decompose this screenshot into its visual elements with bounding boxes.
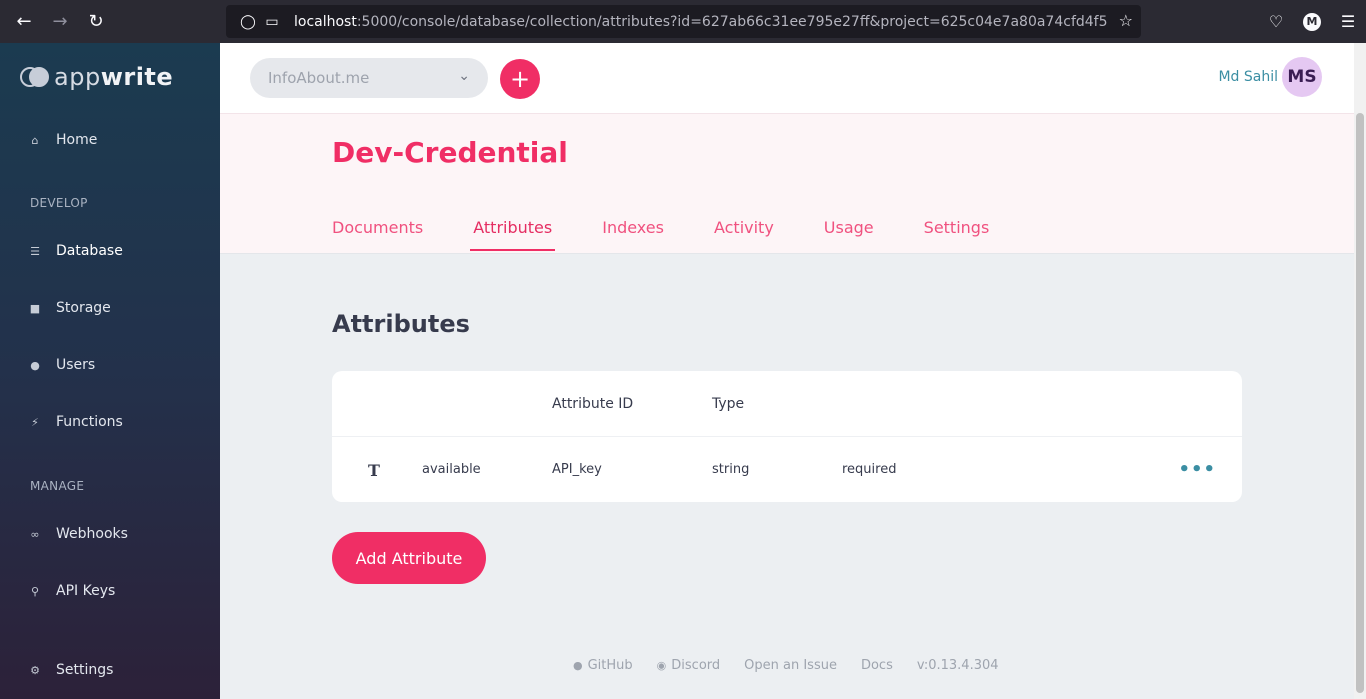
add-attribute-button[interactable]: Add Attribute (332, 532, 486, 584)
user-name-link[interactable]: Md Sahil (1218, 69, 1278, 85)
tab-attributes[interactable]: Attributes (470, 218, 556, 251)
attribute-id: API_key (552, 462, 602, 477)
github-label: GitHub (587, 658, 633, 673)
url-text[interactable]: localhost:5000/console/database/collecti… (294, 14, 1108, 30)
status-badge: available (422, 462, 481, 477)
account-button[interactable]: M (1294, 12, 1330, 31)
section-develop: DEVELOP (30, 196, 88, 210)
sidebar-item-database[interactable]: ☰ Database (28, 243, 123, 259)
lightning-icon: ⚡ (31, 415, 39, 429)
sidebar-item-label: Storage (56, 300, 111, 316)
tab-documents[interactable]: Documents (332, 218, 423, 251)
discord-icon: ◉ (656, 659, 667, 672)
tab-indexes[interactable]: Indexes (602, 218, 664, 251)
sidebar-item-label: Functions (56, 414, 123, 430)
account-avatar: M (1303, 12, 1321, 31)
docs-link[interactable]: Docs (861, 658, 893, 673)
required-badge: required (842, 462, 897, 477)
tab-settings[interactable]: Settings (924, 218, 990, 251)
pocket-icon[interactable]: ♡ (1258, 12, 1294, 31)
link-icon: ∞ (30, 527, 40, 541)
back-icon[interactable]: ← (6, 4, 42, 40)
database-icon: ☰ (30, 244, 40, 258)
attribute-type: string (712, 462, 750, 477)
sidebar: appwrite ⌂ Home DEVELOP ☰ Database ■ Sto… (0, 43, 220, 699)
avatar[interactable]: MS (1282, 57, 1322, 97)
column-type: Type (712, 396, 745, 412)
shield-icon[interactable]: ◯ (236, 14, 260, 30)
appwrite-logo[interactable]: appwrite (20, 63, 173, 91)
address-bar[interactable]: ◯ ▭ localhost:5000/console/database/coll… (226, 5, 1141, 38)
discord-label: Discord (671, 658, 721, 673)
sidebar-item-api-keys[interactable]: ⚲ API Keys (28, 583, 115, 599)
sidebar-item-label: Webhooks (56, 526, 128, 542)
table-row: T available API_key string required ••• (332, 437, 1242, 502)
version-label: v:0.13.4.304 (916, 658, 999, 673)
sidebar-item-label: API Keys (56, 583, 116, 599)
page-icon: ▭ (265, 13, 279, 30)
more-options-icon[interactable]: ••• (1178, 459, 1216, 480)
page-title: Dev-Credential (332, 136, 568, 169)
sidebar-item-label: Database (56, 243, 123, 259)
section-manage: MANAGE (30, 479, 85, 493)
scrollbar-thumb[interactable] (1356, 113, 1364, 693)
attributes-table: Attribute ID Type T available API_key st… (332, 371, 1242, 502)
sidebar-item-settings[interactable]: ⚙ Settings (28, 662, 113, 678)
sidebar-item-label: Users (56, 357, 96, 373)
text-type-icon: T (368, 461, 380, 480)
home-icon: ⌂ (31, 133, 39, 147)
url-path: :5000/console/database/collection/attrib… (356, 13, 1108, 30)
logo-text: appwrite (54, 63, 174, 91)
url-host: localhost (294, 13, 357, 30)
sidebar-item-users[interactable]: ● Users (28, 357, 95, 373)
github-link[interactable]: ● GitHub (573, 658, 633, 673)
collection-tabs: Documents Attributes Indexes Activity Us… (332, 218, 1039, 251)
open-issue-link[interactable]: Open an Issue (744, 658, 837, 673)
chevron-down-icon: ⌄ (458, 68, 470, 84)
sidebar-item-webhooks[interactable]: ∞ Webhooks (28, 526, 128, 542)
discord-link[interactable]: ◉ Discord (657, 658, 720, 673)
tab-activity[interactable]: Activity (714, 218, 774, 251)
users-icon: ● (30, 358, 40, 372)
gear-icon: ⚙ (30, 663, 40, 677)
appwrite-logo-icon (20, 66, 50, 88)
bookmark-star-icon[interactable]: ☆ (1119, 11, 1133, 30)
project-name: InfoAbout.me (268, 69, 370, 87)
attributes-heading: Attributes (332, 310, 470, 338)
collection-header: Dev-Credential Documents Attributes Inde… (220, 113, 1354, 254)
footer: ● GitHub ◉ Discord Open an Issue Docs v:0.… (573, 658, 1023, 673)
project-selector[interactable]: InfoAbout.me ⌄ (250, 58, 488, 98)
github-icon: ● (573, 659, 583, 672)
sidebar-item-label: Settings (56, 662, 114, 678)
menu-icon[interactable]: ☰ (1330, 12, 1366, 31)
forward-icon[interactable]: → (42, 4, 78, 40)
sidebar-item-functions[interactable]: ⚡ Functions (28, 414, 123, 430)
browser-toolbar: ← → ↻ ◯ ▭ localhost:5000/console/databas… (0, 0, 1366, 43)
reload-icon[interactable]: ↻ (78, 4, 114, 40)
top-header: InfoAbout.me ⌄ + Md Sahil MS (220, 43, 1354, 113)
key-icon: ⚲ (30, 584, 40, 598)
column-attribute-id: Attribute ID (552, 396, 634, 412)
table-header: Attribute ID Type (332, 371, 1242, 437)
tab-usage[interactable]: Usage (824, 218, 874, 251)
add-project-button[interactable]: + (500, 59, 540, 99)
sidebar-item-storage[interactable]: ■ Storage (28, 300, 111, 316)
sidebar-item-label: Home (56, 132, 98, 148)
folder-icon: ■ (29, 301, 41, 315)
sidebar-item-home[interactable]: ⌂ Home (28, 132, 98, 148)
